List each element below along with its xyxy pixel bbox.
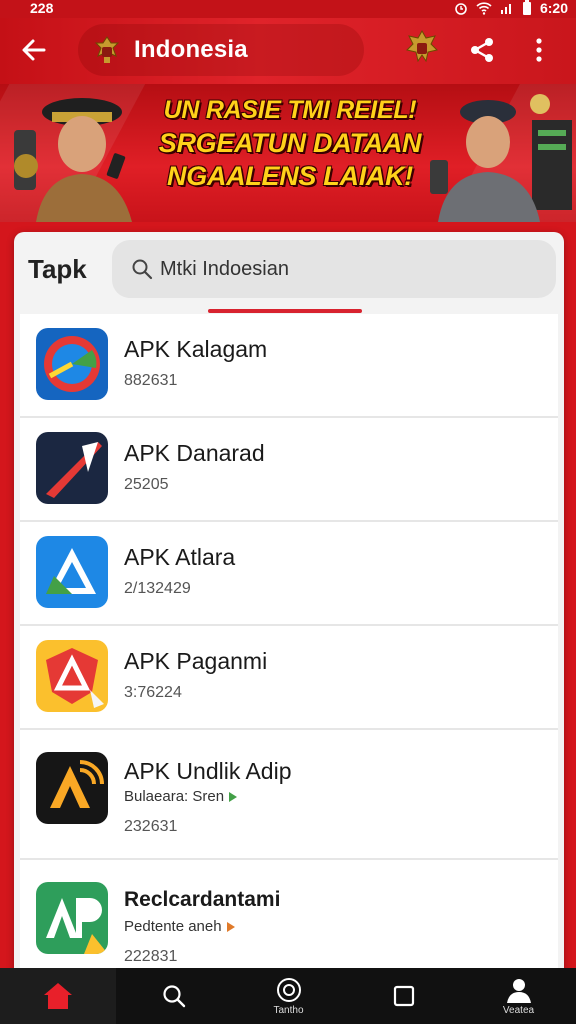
page-title: Indonesia [134, 36, 248, 63]
home-icon [44, 983, 72, 1009]
more-vert-icon [536, 38, 542, 62]
red-blue-dial-app-icon [36, 328, 108, 400]
status-time: 6:20 [539, 0, 568, 16]
garuda-emblem-right-icon [406, 29, 438, 63]
app-meta: 25205 [124, 476, 169, 493]
garuda-emblem-icon [94, 36, 120, 63]
banner-line-3: NGAALENS LAIAK! [167, 161, 413, 191]
section-label: Tapk [28, 254, 87, 284]
app-subtitle: Pedtente aneh [124, 918, 236, 935]
app-name: APK Paganmi [124, 648, 268, 674]
more-options-button[interactable] [524, 32, 554, 68]
battery-icon [522, 0, 531, 15]
list-item[interactable]: APK Undlik Adip Bulaeara: Sren 232631 [20, 730, 558, 860]
app-subtitle: Bulaeara: Sren [124, 788, 238, 805]
back-button[interactable] [18, 34, 50, 66]
blue-triangle-app-icon [36, 536, 108, 608]
status-bar: 228 6:20 [0, 0, 576, 18]
promo-banner[interactable]: UN RASIE TMI REIEL! SRGEATUN DATAAN NGAA… [0, 84, 576, 222]
signal-icon [500, 4, 511, 14]
banner-line-2: SRGEATUN DATAAN [158, 128, 422, 158]
app-subtitle-text: Bulaeara: Sren [124, 788, 225, 805]
alarm-icon [455, 3, 467, 15]
app-meta: 232631 [124, 818, 178, 835]
status-left-text: 228 [30, 0, 54, 16]
app-name: APK Atlara [124, 544, 236, 570]
nav-center-label: Tantho [273, 1004, 304, 1016]
app-name: APK Danarad [124, 440, 265, 466]
officer-left-illustration [14, 98, 132, 222]
black-gold-a-app-icon [36, 752, 108, 824]
back-arrow-icon [22, 39, 46, 61]
play-arrow-icon [229, 791, 238, 802]
main-card: Tapk Mtki Indoesian APK Kalagam 882631 A… [14, 232, 564, 992]
app-name: APK Kalagam [124, 336, 268, 362]
nav-profile[interactable]: Veatea [461, 968, 576, 1024]
share-icon [471, 38, 493, 62]
title-pill[interactable]: Indonesia [78, 24, 364, 76]
officer-right-illustration [430, 94, 572, 222]
app-meta: 2/132429 [124, 580, 191, 597]
app-meta: 3:76224 [124, 684, 182, 701]
square-icon [393, 985, 414, 1007]
app-name: APK Undlik Adip [124, 758, 292, 784]
list-item[interactable]: APK Paganmi 3:76224 [20, 626, 558, 730]
app-name: Reclcardantami [124, 888, 281, 911]
search-input[interactable]: Mtki Indoesian [112, 240, 556, 298]
status-icons: 6:20 [454, 0, 568, 16]
app-meta: 882631 [124, 372, 178, 389]
circle-icon [276, 977, 301, 1002]
tab-indicator [208, 309, 362, 313]
red-slash-app-icon [36, 432, 108, 504]
bottom-nav: Tantho Veatea [0, 968, 576, 1024]
green-ap-app-icon [36, 882, 108, 954]
tag-icon [226, 921, 235, 932]
search-icon [132, 259, 153, 280]
list-item[interactable]: APK Atlara 2/132429 [20, 522, 558, 626]
app-bar: Indonesia [0, 18, 576, 84]
banner-line-1: UN RASIE TMI REIEL! [163, 96, 417, 124]
nav-search[interactable] [116, 968, 231, 1024]
person-icon [506, 978, 531, 1003]
search-placeholder: Mtki Indoesian [160, 257, 289, 280]
nav-profile-label: Veatea [502, 1004, 535, 1016]
nav-center[interactable]: Tantho [231, 968, 346, 1024]
app-subtitle-text: Pedtente aneh [124, 918, 222, 935]
app-meta: 222831 [124, 948, 178, 965]
share-button[interactable] [464, 32, 500, 68]
list-item[interactable]: APK Kalagam 882631 [20, 314, 558, 418]
nav-home[interactable] [0, 968, 116, 1024]
app-list: APK Kalagam 882631 APK Danarad 25205 APK… [20, 314, 558, 990]
list-item[interactable]: APK Danarad 25205 [20, 418, 558, 522]
banner-headline: UN RASIE TMI REIEL! SRGEATUN DATAAN NGAA… [150, 94, 430, 193]
wifi-icon [476, 2, 492, 15]
nav-square[interactable] [346, 968, 461, 1024]
red-shield-app-icon [36, 640, 108, 712]
search-icon [162, 985, 185, 1008]
